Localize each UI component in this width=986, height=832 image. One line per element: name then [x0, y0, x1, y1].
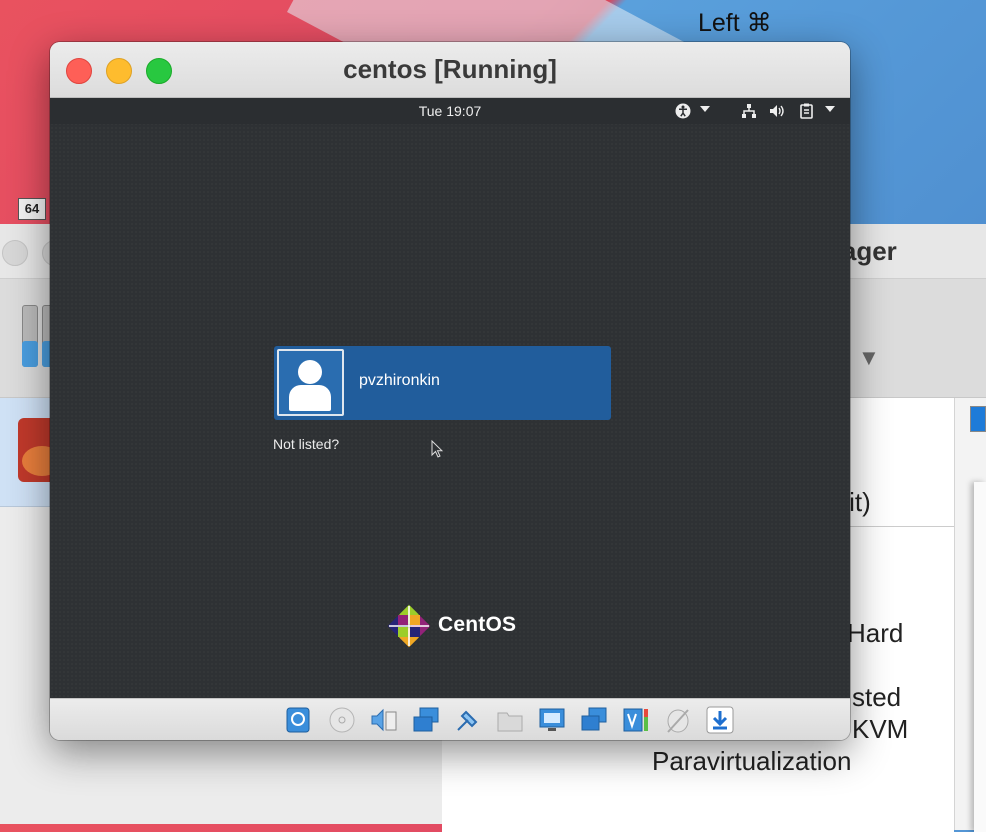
vm-titlebar: centos [Running] [50, 42, 850, 98]
mouse-integration-icon[interactable] [664, 706, 692, 734]
tools-icon[interactable] [22, 305, 38, 367]
arch-64-badge: 64 [18, 198, 46, 220]
user-name: pvzhironkin [359, 372, 440, 389]
accessibility-icon[interactable] [675, 103, 691, 122]
popup-edge [974, 482, 986, 832]
volume-icon[interactable] [769, 103, 785, 122]
details-paravirt-text: Paravirtualization [652, 746, 852, 776]
gnome-top-bar: Tue 19:07 [50, 98, 850, 124]
network-icon[interactable] [412, 706, 440, 734]
clipboard-icon[interactable] [799, 103, 815, 122]
display-icon[interactable] [538, 706, 566, 734]
optical-drive-icon[interactable] [328, 706, 356, 734]
centos-logo-icon [387, 604, 431, 648]
clock[interactable]: Tue 19:07 [50, 103, 850, 119]
avatar [277, 349, 344, 416]
host-key-label: Left ⌘ [698, 9, 772, 37]
details-hard-text: Hard [847, 618, 904, 648]
details-kvm-text: KVM [852, 714, 909, 744]
guest-display[interactable]: Tue 19:07 pvzhironkin Not listed? CentOS [50, 98, 850, 698]
window-title: centos [Running] [343, 54, 557, 84]
hard-disk-icon[interactable] [284, 706, 312, 734]
audio-icon[interactable] [370, 706, 398, 734]
avatar-body [289, 385, 331, 411]
chevron-down-icon[interactable] [825, 106, 835, 112]
manager-close-button[interactable] [2, 240, 28, 266]
avatar-head [298, 360, 322, 384]
mouse-pointer-icon [431, 440, 443, 458]
network-wired-icon[interactable] [741, 103, 757, 122]
preview-icon [970, 406, 986, 432]
vm-window: centos [Running] Tue 19:07 pvzhironkin N… [50, 42, 850, 740]
video-capture-icon[interactable] [580, 706, 608, 734]
os-redhat-icon [18, 418, 50, 482]
not-listed-link[interactable]: Not listed? [273, 436, 339, 452]
details-divider [850, 526, 954, 527]
recording-cpu-icon[interactable] [622, 706, 650, 734]
vm-status-bar [50, 698, 850, 740]
user-list-item[interactable]: pvzhironkin [274, 346, 611, 420]
shared-folders-icon[interactable] [496, 706, 524, 734]
chevron-down-icon[interactable]: ▼ [858, 345, 880, 371]
centos-wordmark: CentOS [438, 613, 517, 636]
host-key-download-icon[interactable] [706, 706, 734, 734]
vm-list-selected-item[interactable] [0, 398, 50, 507]
chevron-down-icon[interactable] [700, 106, 710, 112]
usb-icon[interactable] [454, 706, 482, 734]
details-nested-text: sted [852, 682, 902, 712]
